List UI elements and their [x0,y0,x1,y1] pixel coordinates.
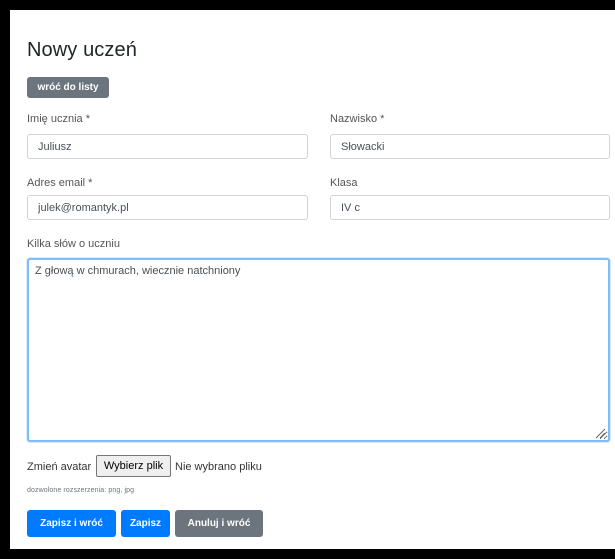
choose-file-button[interactable]: Wybierz plik [96,455,171,477]
file-status-text: Nie wybrano pliku [175,461,262,473]
avatar-label: Zmień avatar [27,461,92,473]
page-container: Nowy uczeń wróć do listy Imię ucznia * N… [10,10,615,549]
allowed-extensions-hint: dozwolone rozszerzenia: png, jpg [27,487,135,494]
page-title: Nowy uczeń [27,39,137,61]
class-label: Klasa [330,177,358,189]
cancel-and-return-button[interactable]: Anuluj i wróć [175,510,263,537]
first-name-input[interactable] [27,134,308,159]
about-label: Kilka słów o uczniu [27,238,120,250]
about-textarea[interactable]: Z głową w chmurach, wiecznie natchniony [27,258,610,442]
email-label: Adres email * [27,177,93,189]
email-input[interactable] [27,195,308,220]
class-input[interactable] [330,195,610,220]
save-button[interactable]: Zapisz [121,510,170,537]
back-to-list-button[interactable]: wróć do listy [27,77,109,98]
save-and-return-button[interactable]: Zapisz i wróć [27,510,116,537]
last-name-input[interactable] [330,134,610,159]
first-name-label: Imię ucznia * [27,113,90,125]
last-name-label: Nazwisko * [330,113,385,125]
